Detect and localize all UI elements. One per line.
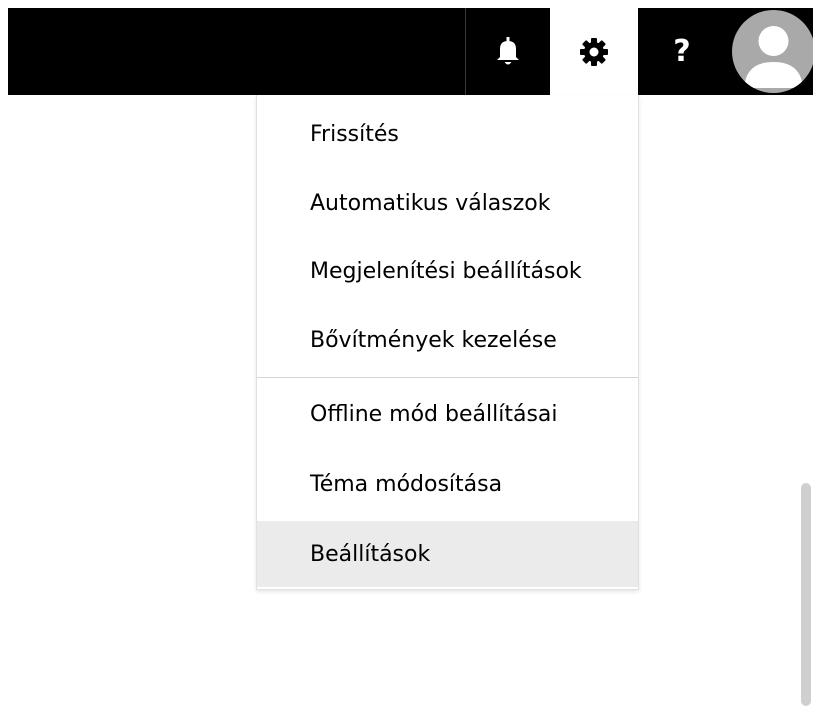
menu-item-settings[interactable]: Beállítások — [257, 521, 638, 587]
menu-item-automatic-replies[interactable]: Automatikus válaszok — [257, 170, 638, 236]
menu-item-label: Beállítások — [310, 541, 431, 567]
top-navigation-bar: ? — [8, 8, 813, 95]
menu-divider — [257, 377, 638, 378]
menu-item-change-theme[interactable]: Téma módosítása — [257, 451, 638, 517]
menu-item-label: Automatikus válaszok — [310, 190, 551, 216]
menu-item-label: Téma módosítása — [310, 471, 503, 497]
gear-icon — [580, 37, 608, 66]
help-button[interactable]: ? — [638, 8, 726, 95]
menu-item-display-settings[interactable]: Megjelenítési beállítások — [257, 238, 638, 304]
menu-item-label: Megjelenítési beállítások — [310, 258, 582, 284]
menu-item-label: Bővítmények kezelése — [310, 327, 557, 353]
bell-icon — [497, 36, 519, 64]
menu-item-manage-addins[interactable]: Bővítmények kezelése — [257, 307, 638, 373]
settings-dropdown-menu: Frissítés Automatikus válaszok Megjelení… — [256, 95, 639, 590]
menu-item-offline-settings[interactable]: Offline mód beállításai — [257, 381, 638, 447]
menu-item-refresh[interactable]: Frissítés — [257, 101, 638, 167]
menu-item-label: Offline mód beállításai — [310, 401, 558, 427]
settings-button[interactable] — [550, 8, 638, 95]
menu-item-label: Frissítés — [310, 121, 399, 147]
person-icon — [744, 26, 803, 88]
notifications-button[interactable] — [465, 8, 550, 95]
question-icon: ? — [673, 33, 691, 69]
vertical-scrollbar[interactable] — [801, 483, 811, 706]
avatar[interactable] — [732, 10, 813, 93]
